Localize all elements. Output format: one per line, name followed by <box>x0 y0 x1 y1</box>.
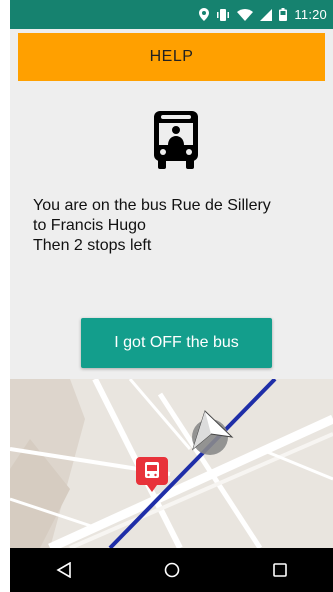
status-bar: 11:20 <box>10 0 333 29</box>
trip-panel: HELP You are on the bus Rue de Sillery t… <box>10 29 333 379</box>
wifi-icon <box>237 8 254 21</box>
trip-message: You are on the bus Rue de Sillery to Fra… <box>33 196 325 256</box>
trip-message-line-2: to Francis Hugo <box>33 217 146 234</box>
recents-icon[interactable] <box>273 563 287 577</box>
bus-icon <box>150 109 202 171</box>
trip-message-line-3: Then 2 stops left <box>33 237 152 254</box>
system-nav-bar <box>10 548 333 592</box>
home-icon[interactable] <box>164 562 180 578</box>
help-button[interactable]: HELP <box>18 33 325 81</box>
signal-icon <box>260 8 273 21</box>
trip-message-line-1: You are on the bus Rue de Sillery <box>33 197 271 214</box>
status-time: 11:20 <box>294 7 327 22</box>
back-icon[interactable] <box>56 562 72 578</box>
vibrate-icon <box>216 8 230 21</box>
got-off-bus-button[interactable]: I got OFF the bus <box>81 318 272 368</box>
battery-icon <box>279 8 288 21</box>
left-edge-strip <box>0 0 10 592</box>
location-icon <box>199 8 210 21</box>
map-view[interactable] <box>10 379 333 548</box>
map-canvas <box>10 379 333 548</box>
